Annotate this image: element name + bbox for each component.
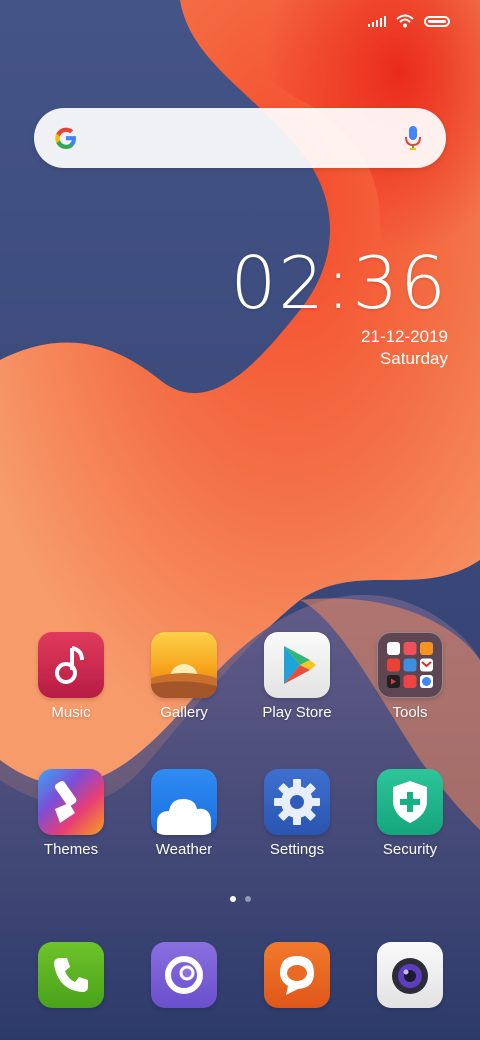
app-label: Tools (392, 704, 428, 721)
music-icon (38, 632, 104, 698)
clock-date: 21-12-2019 (361, 327, 448, 346)
app-label: Gallery (160, 704, 208, 721)
mic-icon[interactable] (404, 124, 422, 152)
app-settings[interactable]: Settings (247, 769, 347, 858)
clock-time: 02:36 (230, 241, 448, 325)
app-label: Music (51, 704, 91, 721)
app-weather[interactable]: Weather (134, 769, 234, 858)
dock-browser[interactable] (134, 942, 234, 1008)
app-label: Play Store (262, 704, 332, 721)
app-tools-folder[interactable]: Tools (360, 632, 460, 721)
status-bar (368, 10, 450, 32)
page-dot[interactable] (244, 896, 251, 902)
tools-folder-icon (377, 632, 443, 698)
clock-day: Saturday (379, 349, 448, 368)
app-play-store[interactable]: Play Store (247, 632, 347, 721)
signal-icon (368, 15, 386, 27)
camera-icon (377, 942, 443, 1008)
app-label: Security (382, 841, 438, 858)
phone-icon (38, 942, 104, 1008)
google-g-icon (55, 127, 76, 149)
messaging-icon (264, 942, 330, 1008)
security-icon (377, 769, 443, 835)
weather-icon (151, 769, 217, 835)
google-search-bar[interactable] (34, 108, 446, 168)
dock-messaging[interactable] (247, 942, 347, 1008)
app-label: Themes (43, 841, 99, 858)
page-indicator (0, 896, 480, 902)
app-label: Settings (269, 841, 325, 858)
themes-icon (38, 769, 104, 835)
gallery-icon (151, 632, 217, 698)
browser-icon (151, 942, 217, 1008)
dock-camera[interactable] (360, 942, 460, 1008)
dock-phone[interactable] (21, 942, 121, 1008)
app-gallery[interactable]: Gallery (134, 632, 234, 721)
app-security[interactable]: Security (360, 769, 460, 858)
settings-icon (264, 769, 330, 835)
app-label: Weather (155, 841, 213, 858)
clock-widget[interactable]: 02:36 21-12-2019 Saturday (231, 242, 449, 370)
battery-icon (424, 15, 450, 27)
play-store-icon (264, 632, 330, 698)
wifi-icon (396, 14, 414, 28)
app-themes[interactable]: Themes (21, 769, 121, 858)
page-dot-active[interactable] (229, 896, 236, 902)
app-music[interactable]: Music (21, 632, 121, 721)
